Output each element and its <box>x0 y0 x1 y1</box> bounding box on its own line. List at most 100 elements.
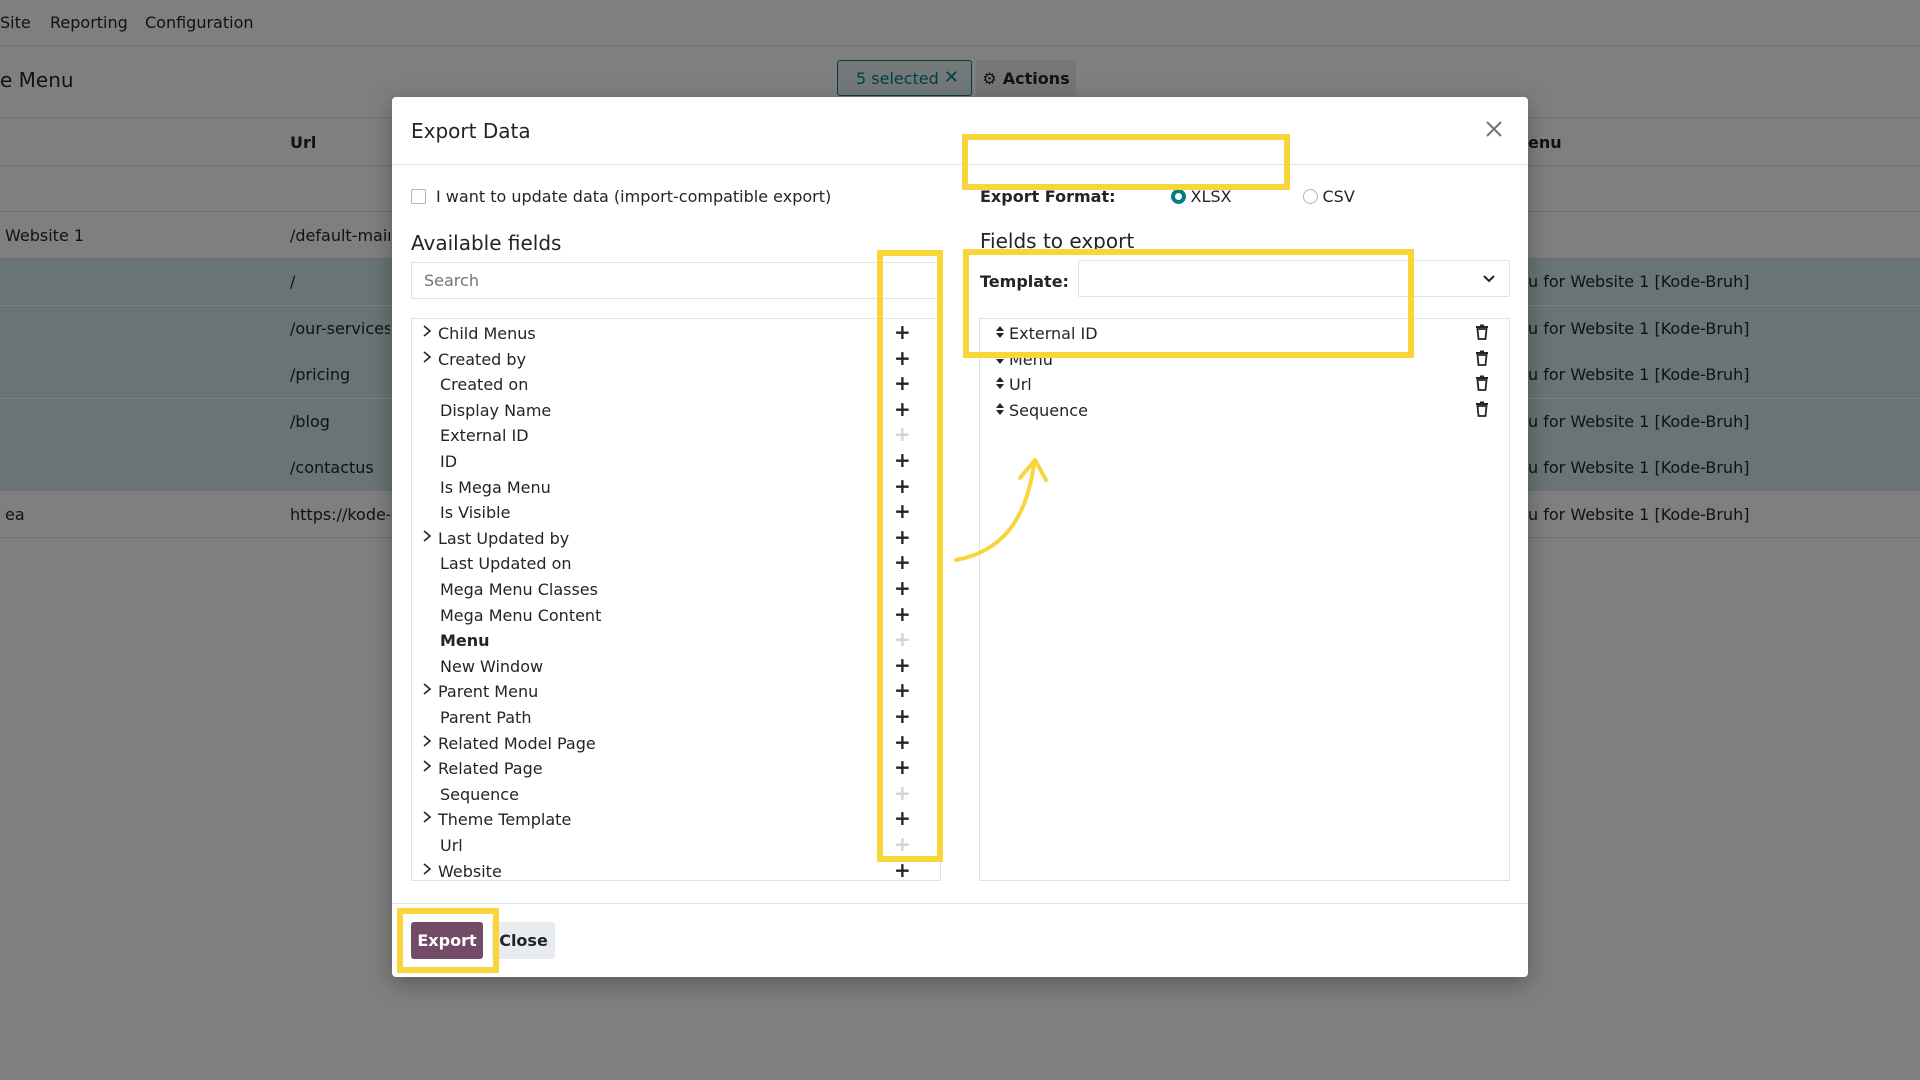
chevron-right-icon[interactable] <box>420 681 434 697</box>
add-field-icon[interactable]: + <box>894 348 911 368</box>
available-field-item[interactable]: Last Updated on + <box>412 551 940 577</box>
available-field-item[interactable]: Theme Template + <box>412 807 940 833</box>
available-field-item[interactable]: Mega Menu Classes + <box>412 577 940 603</box>
field-label: Menu <box>440 631 490 651</box>
field-label: Website <box>438 861 502 881</box>
available-field-item[interactable]: Last Updated by + <box>412 526 940 552</box>
export-field-item[interactable]: Sequence <box>980 398 1509 424</box>
import-compat-option[interactable]: I want to update data (import-compatible… <box>411 187 831 206</box>
available-field-item[interactable]: Is Mega Menu + <box>412 475 940 501</box>
sort-handle-icon[interactable] <box>994 350 1006 366</box>
export-field-item[interactable]: Menu <box>980 347 1509 373</box>
available-fields-list: Child Menus + Created by + Created on + Displa… <box>411 318 941 881</box>
available-field-item[interactable]: External ID + <box>412 423 940 449</box>
available-field-item[interactable]: Parent Path + <box>412 705 940 731</box>
available-field-item[interactable]: Menu + <box>412 628 940 654</box>
available-field-item[interactable]: Is Visible + <box>412 500 940 526</box>
add-field-icon: + <box>894 422 911 447</box>
add-field-icon[interactable]: + <box>894 706 911 726</box>
field-search-input[interactable] <box>411 262 941 299</box>
available-field-item[interactable]: Sequence + <box>412 782 940 808</box>
add-field-icon[interactable]: + <box>894 450 911 470</box>
trash-icon[interactable] <box>1475 375 1489 392</box>
export-field-label: Url <box>1009 375 1032 395</box>
field-label: Mega Menu Content <box>440 605 602 625</box>
chevron-right-icon[interactable] <box>420 758 434 774</box>
chevron-down-icon <box>1483 275 1495 283</box>
field-label: Sequence <box>440 784 519 804</box>
close-button[interactable]: Close <box>492 922 555 959</box>
field-label: Is Visible <box>440 503 511 523</box>
add-field-icon[interactable]: + <box>894 527 911 547</box>
template-label: Template: <box>980 272 1069 291</box>
close-icon[interactable] <box>1480 115 1508 143</box>
add-field-icon[interactable]: + <box>894 476 911 496</box>
add-field-icon[interactable]: + <box>894 373 911 393</box>
available-field-item[interactable]: ID + <box>412 449 940 475</box>
field-label: External ID <box>440 426 529 446</box>
trash-icon[interactable] <box>1475 350 1489 366</box>
add-field-icon[interactable]: + <box>894 552 911 572</box>
template-select[interactable] <box>1078 260 1510 297</box>
export-format-group: Export Format: XLSX CSV <box>980 187 1427 206</box>
field-label: Is Mega Menu <box>440 477 551 497</box>
trash-icon[interactable] <box>1475 401 1489 417</box>
format-option-csv[interactable]: CSV <box>1303 187 1355 206</box>
add-field-icon[interactable]: + <box>894 757 911 777</box>
chevron-right-icon[interactable] <box>420 528 434 544</box>
available-field-item[interactable]: Url + <box>412 833 940 859</box>
field-label: Parent Menu <box>438 682 539 702</box>
trash-icon[interactable] <box>1475 324 1489 340</box>
add-field-icon[interactable]: + <box>894 604 911 624</box>
export-field-label: External ID <box>1009 324 1098 343</box>
chevron-right-icon[interactable] <box>420 323 434 339</box>
add-field-icon[interactable]: + <box>894 322 911 342</box>
field-label: New Window <box>440 656 544 676</box>
field-label: Created on <box>440 375 529 395</box>
format-xlsx-label: XLSX <box>1190 187 1232 206</box>
available-field-item[interactable]: Related Page + <box>412 756 940 782</box>
sort-handle-icon[interactable] <box>994 324 1006 340</box>
available-field-item[interactable]: Child Menus + <box>412 321 940 347</box>
field-label: Theme Template <box>438 810 572 830</box>
add-field-icon[interactable]: + <box>894 680 911 700</box>
add-field-icon[interactable]: + <box>894 860 911 880</box>
chevron-right-icon[interactable] <box>420 733 434 749</box>
add-field-icon[interactable]: + <box>894 655 911 675</box>
add-field-icon[interactable]: + <box>894 399 911 419</box>
export-field-item[interactable]: Url <box>980 372 1509 398</box>
available-field-item[interactable]: Created by + <box>412 347 940 373</box>
radio-csv[interactable] <box>1303 189 1319 204</box>
sort-handle-icon[interactable] <box>994 401 1006 417</box>
add-field-icon: + <box>894 627 911 652</box>
chevron-right-icon[interactable] <box>420 861 434 877</box>
available-field-item[interactable]: Mega Menu Content + <box>412 603 940 629</box>
available-field-item[interactable]: Parent Menu + <box>412 679 940 705</box>
field-label: Url <box>440 836 463 855</box>
sort-handle-icon[interactable] <box>994 375 1006 391</box>
chevron-right-icon[interactable] <box>420 809 434 825</box>
export-field-item[interactable]: External ID <box>980 321 1509 347</box>
available-field-item[interactable]: Created on + <box>412 372 940 398</box>
format-option-xlsx[interactable]: XLSX <box>1171 187 1231 206</box>
export-button[interactable]: Export <box>411 922 483 959</box>
add-field-icon[interactable]: + <box>894 501 911 521</box>
field-label: Display Name <box>440 400 552 420</box>
add-field-icon[interactable]: + <box>894 732 911 752</box>
dialog-footer <box>392 903 1528 977</box>
chevron-right-icon[interactable] <box>420 349 434 365</box>
field-label: Created by <box>438 349 527 369</box>
add-field-icon[interactable]: + <box>894 808 911 828</box>
add-field-icon: + <box>894 832 911 856</box>
fields-to-export-list: External ID Menu Url Sequence <box>979 318 1510 881</box>
available-field-item[interactable]: Related Model Page + <box>412 731 940 757</box>
field-label: Last Updated by <box>438 528 570 548</box>
export-field-label: Menu <box>1009 349 1053 369</box>
import-compat-checkbox[interactable] <box>411 189 426 204</box>
radio-xlsx[interactable] <box>1171 189 1187 204</box>
add-field-icon[interactable]: + <box>894 578 911 598</box>
available-field-item[interactable]: Display Name + <box>412 398 940 424</box>
field-label: Mega Menu Classes <box>440 580 598 599</box>
available-field-item[interactable]: New Window + <box>412 654 940 680</box>
available-field-item[interactable]: Website + <box>412 859 940 885</box>
